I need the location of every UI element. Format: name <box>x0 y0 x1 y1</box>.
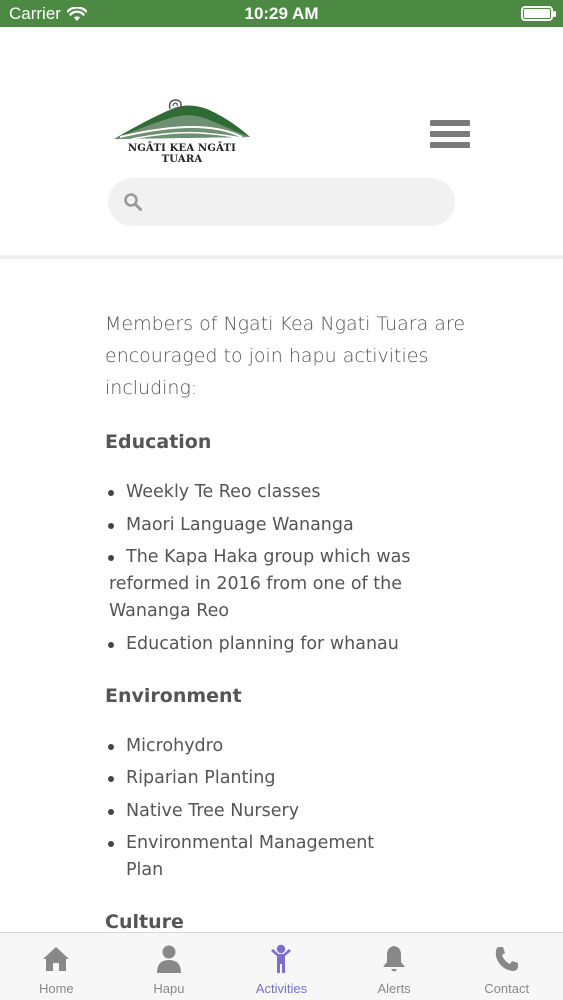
tab-hapu[interactable]: Hapu <box>113 933 226 1000</box>
section-title-environment: Environment <box>105 684 242 707</box>
list-item: Maori Language Wananga <box>105 512 415 539</box>
list-item: Weekly Te Reo classes <box>105 479 415 506</box>
section-title-culture: Culture <box>105 911 184 932</box>
menu-button[interactable] <box>430 120 470 152</box>
tab-alerts[interactable]: Alerts <box>338 933 451 1000</box>
bell-icon <box>383 946 406 972</box>
status-bar: Carrier 10:29 AM <box>0 0 563 27</box>
bullet-icon <box>108 776 114 782</box>
battery-level <box>524 9 550 18</box>
logo-text: NGĀTI KEA NGĀTI TUARA <box>127 143 237 165</box>
child-icon <box>271 944 292 973</box>
list-item: Riparian Planting <box>105 765 415 792</box>
tab-label: Hapu <box>153 981 185 996</box>
tab-contact[interactable]: Contact <box>450 933 563 1000</box>
phone-icon <box>495 947 518 971</box>
bullet-icon <box>108 555 114 561</box>
list-item: Microhydro <box>105 733 415 760</box>
app-header: NGĀTI KEA NGĀTI TUARA <box>0 27 563 255</box>
tab-label: Alerts <box>377 981 411 996</box>
bullet-icon <box>108 522 114 529</box>
environment-list: Microhydro Riparian Planting Native Tree… <box>105 733 415 885</box>
tab-label: Contact <box>484 981 530 996</box>
hamburger-icon-line <box>430 120 470 126</box>
hamburger-icon-line <box>430 131 470 137</box>
search-bar[interactable] <box>108 178 455 226</box>
bullet-icon <box>108 490 114 496</box>
home-icon <box>43 947 70 971</box>
person-icon <box>156 945 181 973</box>
list-item: Environmental Management Plan <box>105 830 415 884</box>
tab-label: Home <box>38 981 74 996</box>
search-input[interactable] <box>142 178 455 226</box>
battery-icon <box>521 6 556 21</box>
tab-activities[interactable]: Activities <box>225 933 338 1000</box>
mountain-logo-icon <box>114 99 250 140</box>
bullet-icon <box>108 641 114 648</box>
tab-bar: Home Hapu Activities Alerts Contact <box>0 932 563 1000</box>
list-item: Education planning for whanau <box>105 631 415 658</box>
bullet-icon <box>108 743 114 750</box>
intro-text: Members of Ngati Kea Ngati Tuara are enc… <box>105 313 466 399</box>
bullet-icon <box>108 841 114 847</box>
hamburger-icon-line <box>430 142 470 148</box>
tab-home[interactable]: Home <box>0 933 113 1000</box>
list-item: The Kapa Haka group which was reformed i… <box>108 547 411 621</box>
search-icon <box>124 193 142 211</box>
tab-label: Activities <box>255 981 308 996</box>
list-item: Native Tree Nursery <box>105 798 415 825</box>
logo[interactable]: NGĀTI KEA NGĀTI TUARA <box>112 97 252 165</box>
section-title-education: Education <box>105 431 212 453</box>
activities-content: Members of Ngati Kea Ngati Tuara are enc… <box>0 259 563 932</box>
status-time: 10:29 AM <box>244 4 319 23</box>
education-list: Weekly Te Reo classes Maori Language Wan… <box>105 479 415 658</box>
bullet-icon <box>108 808 114 815</box>
